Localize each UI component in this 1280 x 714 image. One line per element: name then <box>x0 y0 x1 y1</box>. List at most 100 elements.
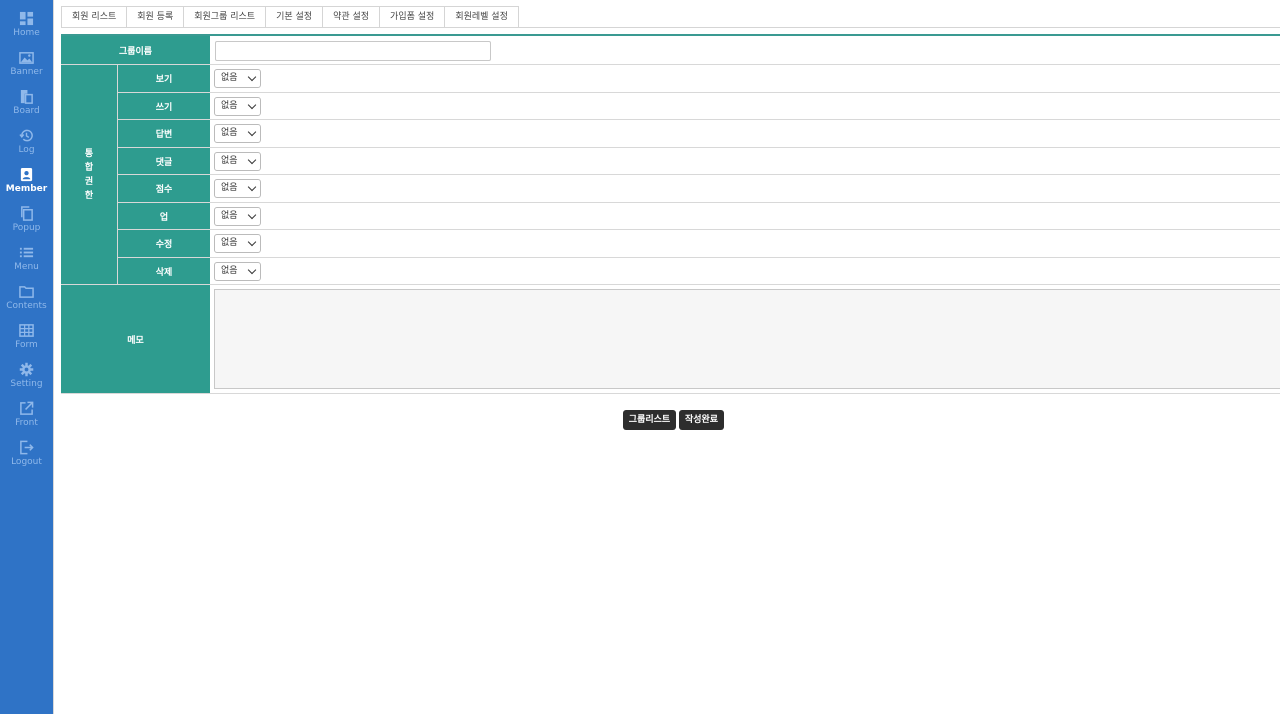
logout-icon <box>20 440 34 455</box>
permission-row-delete: 없음 <box>210 258 1280 285</box>
select-value: 없음 <box>221 128 238 138</box>
permission-select-comment[interactable]: 없음 <box>214 152 261 171</box>
sidebar-item-label: Board <box>13 106 40 116</box>
permission-select-delete[interactable]: 없음 <box>214 262 261 281</box>
tab-basic-settings[interactable]: 기본 설정 <box>265 6 324 28</box>
gear-icon <box>19 362 34 377</box>
permission-row-reply: 없음 <box>210 120 1280 148</box>
permission-label-comment: 댓글 <box>118 148 210 175</box>
sidebar-item-label: Form <box>15 340 38 350</box>
group-name-cell <box>210 36 1280 65</box>
chevron-down-icon <box>247 155 257 165</box>
sidebar-item-front[interactable]: Front <box>0 401 53 440</box>
tab-terms-settings[interactable]: 약관 설정 <box>322 6 381 28</box>
main-content: 회원 리스트 회원 등록 회원그룹 리스트 기본 설정 약관 설정 가입폼 설정… <box>53 0 1280 714</box>
sidebar: Home Banner Board Log Member Popup Menu … <box>0 0 53 714</box>
permissions-label-char: 통 <box>84 148 94 159</box>
group-name-input[interactable] <box>215 41 491 61</box>
permission-label-reply: 답변 <box>118 120 210 148</box>
chevron-down-icon <box>247 182 257 192</box>
document-icon <box>20 89 33 104</box>
history-icon <box>19 129 33 142</box>
sidebar-item-label: Banner <box>10 67 43 77</box>
permissions-label-char: 권 <box>84 176 94 187</box>
tab-bar: 회원 리스트 회원 등록 회원그룹 리스트 기본 설정 약관 설정 가입폼 설정… <box>61 6 519 28</box>
tab-member-level-settings[interactable]: 회원레벨 설정 <box>444 6 519 28</box>
member-badge-icon <box>20 167 33 182</box>
permission-row-edit: 없음 <box>210 230 1280 258</box>
permissions-label-char: 합 <box>84 162 94 173</box>
select-value: 없음 <box>221 266 238 276</box>
sidebar-item-home[interactable]: Home <box>0 11 53 50</box>
select-value: 없음 <box>221 183 238 193</box>
permission-label-delete: 삭제 <box>118 258 210 285</box>
sidebar-item-contents[interactable]: Contents <box>0 284 53 323</box>
permission-label-score: 점수 <box>118 175 210 203</box>
sidebar-item-setting[interactable]: Setting <box>0 362 53 401</box>
permissions-group-label: 통 합 권 한 <box>61 65 118 285</box>
chevron-down-icon <box>247 100 257 110</box>
permission-select-reply[interactable]: 없음 <box>214 124 261 143</box>
chevron-down-icon <box>247 72 257 82</box>
sidebar-item-label: Contents <box>6 301 47 311</box>
select-value: 없음 <box>221 211 238 221</box>
sidebar-item-label: Menu <box>14 262 39 272</box>
permission-select-edit[interactable]: 없음 <box>214 234 261 253</box>
select-value: 없음 <box>221 238 238 248</box>
sidebar-item-label: Home <box>13 28 40 38</box>
copy-icon <box>21 206 33 221</box>
sidebar-item-board[interactable]: Board <box>0 89 53 128</box>
table-icon <box>19 324 34 337</box>
sidebar-item-label: Front <box>15 418 38 428</box>
select-value: 없음 <box>221 101 238 111</box>
submit-button[interactable]: 작성완료 <box>679 410 724 430</box>
permission-label-view: 보기 <box>118 65 210 93</box>
sidebar-item-label: Log <box>18 145 35 155</box>
memo-textarea[interactable] <box>214 289 1280 389</box>
select-value: 없음 <box>221 73 238 83</box>
permission-select-view[interactable]: 없음 <box>214 69 261 88</box>
permission-select-write[interactable]: 없음 <box>214 97 261 116</box>
sidebar-item-log[interactable]: Log <box>0 128 53 167</box>
sidebar-item-label: Member <box>5 184 48 194</box>
image-icon <box>19 52 34 64</box>
tab-divider <box>61 27 1280 28</box>
group-form: 그룹이름 통 합 권 한 보기 없음 쓰기 없음 답변 없음 댓글 없음 점수 … <box>61 34 1280 394</box>
permission-label-upload: 업 <box>118 203 210 230</box>
sidebar-item-logout[interactable]: Logout <box>0 440 53 479</box>
sidebar-item-label: Popup <box>12 223 41 233</box>
chevron-down-icon <box>247 265 257 275</box>
sidebar-item-label: Logout <box>11 457 42 467</box>
permission-row-write: 없음 <box>210 93 1280 120</box>
memo-cell <box>210 285 1280 394</box>
sidebar-item-label: Setting <box>10 379 43 389</box>
sidebar-item-popup[interactable]: Popup <box>0 206 53 245</box>
tab-member-group-list[interactable]: 회원그룹 리스트 <box>183 6 267 28</box>
chevron-down-icon <box>247 237 257 247</box>
permission-select-score[interactable]: 없음 <box>214 179 261 198</box>
permission-row-score: 없음 <box>210 175 1280 203</box>
external-link-icon <box>20 401 34 415</box>
sidebar-item-form[interactable]: Form <box>0 323 53 362</box>
permission-row-comment: 없음 <box>210 148 1280 175</box>
permission-row-view: 없음 <box>210 65 1280 93</box>
memo-label: 메모 <box>61 285 210 394</box>
sidebar-item-menu[interactable]: Menu <box>0 245 53 284</box>
chevron-down-icon <box>247 210 257 220</box>
sidebar-item-member[interactable]: Member <box>0 167 53 206</box>
tab-signup-form-settings[interactable]: 가입폼 설정 <box>379 6 446 28</box>
tab-member-list[interactable]: 회원 리스트 <box>61 6 128 28</box>
sidebar-item-banner[interactable]: Banner <box>0 50 53 89</box>
select-value: 없음 <box>221 156 238 166</box>
group-list-button[interactable]: 그룹리스트 <box>623 410 676 430</box>
folder-icon <box>19 286 34 298</box>
permission-label-edit: 수정 <box>118 230 210 258</box>
grid-icon <box>19 11 34 26</box>
list-icon <box>19 247 34 258</box>
tab-member-register[interactable]: 회원 등록 <box>126 6 185 28</box>
permission-row-upload: 없음 <box>210 203 1280 230</box>
permissions-label-char: 한 <box>84 190 94 201</box>
permission-select-upload[interactable]: 없음 <box>214 207 261 226</box>
permission-label-write: 쓰기 <box>118 93 210 120</box>
chevron-down-icon <box>247 127 257 137</box>
